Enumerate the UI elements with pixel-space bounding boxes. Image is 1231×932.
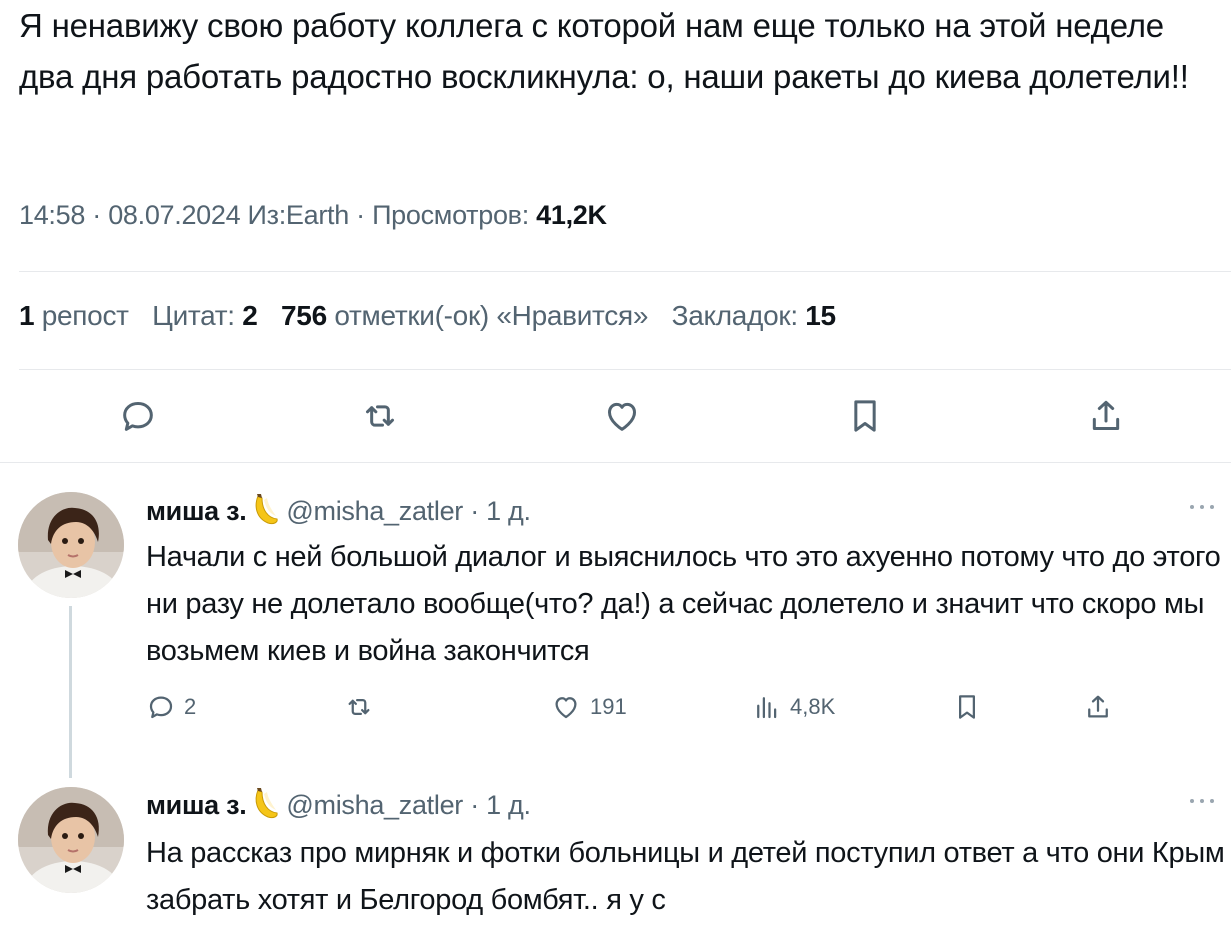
bookmarks-count: 15 — [805, 300, 836, 331]
reply-button[interactable] — [116, 394, 160, 438]
views-button[interactable]: 4,8K — [752, 692, 835, 722]
reply-text: На рассказ про мирняк и фотки больницы и… — [146, 837, 1225, 916]
reply-time[interactable]: · 1 д. — [470, 790, 531, 820]
tweet-time[interactable]: 14:58 — [19, 200, 85, 230]
more-button[interactable] — [1187, 794, 1217, 813]
heart-icon — [555, 697, 577, 719]
divider — [19, 271, 1231, 272]
avatar[interactable] — [18, 492, 124, 598]
view-count: 4,8K — [790, 694, 836, 719]
like-count: 191 — [590, 694, 627, 719]
reply-time[interactable]: · 1 д. — [470, 496, 531, 526]
reply-header: миша з. @misha_zatler · 1 д. — [146, 492, 531, 527]
bookmarks-stat[interactable]: Закладок: 15 — [671, 300, 837, 331]
repost-button[interactable] — [343, 692, 383, 722]
more-icon — [1190, 799, 1214, 803]
like-button[interactable] — [600, 394, 644, 438]
bookmark-button[interactable] — [843, 394, 887, 438]
bookmark-button[interactable] — [952, 692, 982, 722]
meta-dot: · — [356, 200, 365, 230]
likes-label: отметки(-ок) «Нравится» — [334, 300, 649, 331]
more-button[interactable] — [1187, 500, 1217, 519]
reply-text: Начали с ней большой диалог и выяснилось… — [146, 541, 1221, 667]
like-button[interactable]: 191 — [550, 692, 627, 722]
thread-line — [69, 606, 72, 778]
bar-chart-icon — [757, 697, 777, 719]
reposts-count: 1 — [19, 300, 35, 331]
divider — [19, 369, 1231, 370]
likes-stat[interactable]: 756 отметки(-ок) «Нравится» — [281, 300, 648, 331]
reposts-label: репост — [41, 300, 129, 331]
tweet-source: Из:Earth — [247, 200, 350, 230]
avatar-image — [18, 787, 124, 893]
bookmark-icon — [959, 695, 975, 719]
likes-count: 756 — [281, 300, 327, 331]
avatar[interactable] — [18, 787, 124, 893]
heart-icon — [608, 402, 636, 431]
tweet-date[interactable]: 08.07.2024 — [108, 200, 240, 230]
reply-icon — [149, 696, 173, 719]
banana-emoji — [250, 786, 280, 820]
engagement-stats: 1 репост Цитат: 2 756 отметки(-ок) «Нрав… — [19, 300, 836, 332]
tweet-meta: 14:58 · 08.07.2024 Из:Earth · Просмотров… — [19, 200, 607, 231]
quotes-label: Цитат: — [152, 300, 235, 331]
share-icon — [1088, 695, 1108, 718]
author-handle[interactable]: @misha_zatler — [286, 496, 463, 526]
quotes-stat[interactable]: Цитат: 2 — [152, 300, 258, 331]
reply-count: 2 — [184, 694, 197, 719]
author-name[interactable]: миша з. — [146, 496, 247, 526]
views-count: 41,2K — [536, 200, 607, 230]
reply-button[interactable]: 2 — [146, 692, 196, 722]
share-button[interactable] — [1084, 394, 1128, 438]
views-label: Просмотров: — [372, 200, 529, 230]
repost-icon — [366, 405, 394, 427]
author-name[interactable]: миша з. — [146, 790, 247, 820]
meta-dot: · — [92, 200, 101, 230]
author-handle[interactable]: @misha_zatler — [286, 790, 463, 820]
reply-icon — [123, 402, 153, 431]
share-icon — [1092, 400, 1120, 430]
repost-button[interactable] — [356, 394, 404, 438]
quotes-count: 2 — [242, 300, 258, 331]
banana-emoji — [250, 492, 280, 526]
tweet-text: Я ненавижу свою работу коллега с которой… — [19, 7, 1189, 95]
repost-icon — [348, 699, 370, 715]
bookmark-icon — [854, 400, 876, 432]
more-icon — [1190, 505, 1214, 509]
divider — [0, 462, 1231, 463]
avatar-image — [18, 492, 124, 598]
bookmarks-label: Закладок: — [671, 300, 799, 331]
share-button[interactable] — [1083, 692, 1113, 722]
reposts-stat[interactable]: 1 репост — [19, 300, 129, 331]
reply-header: миша з. @misha_zatler · 1 д. — [146, 786, 531, 821]
